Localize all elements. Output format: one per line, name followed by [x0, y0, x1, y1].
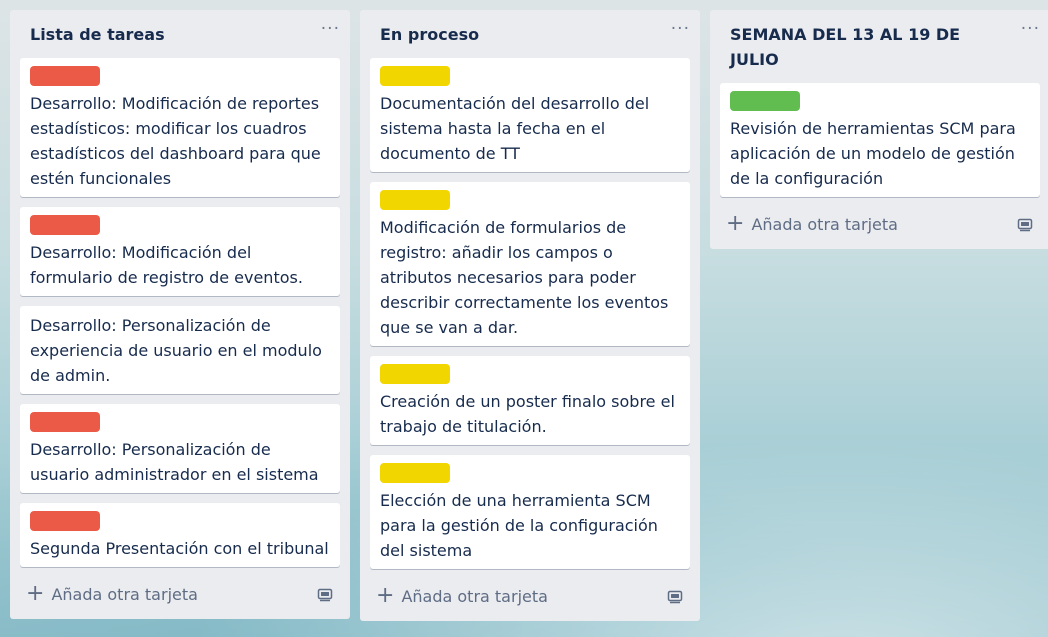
add-card-label: Añada otra tarjeta — [401, 586, 548, 606]
card-list: Desarrollo: Modificación de reportes est… — [20, 47, 340, 567]
list-lista-de-tareas: Lista de tareas ··· Desarrollo: Modifica… — [10, 10, 350, 619]
list-menu-icon[interactable]: ··· — [671, 21, 690, 38]
card[interactable]: Elección de una herramienta SCM para la … — [370, 455, 690, 569]
add-card-button[interactable]: + Añada otra tarjeta — [376, 583, 548, 608]
add-card-button[interactable]: + Añada otra tarjeta — [726, 211, 898, 236]
plus-icon: + — [376, 583, 395, 608]
card-title: Modificación de formularios de registro:… — [380, 218, 669, 337]
card[interactable]: Revisión de herramientas SCM para aplica… — [720, 83, 1040, 197]
label-red[interactable] — [30, 215, 100, 235]
label-yellow[interactable] — [380, 66, 450, 86]
list-header: En proceso ··· — [370, 10, 690, 47]
label-red[interactable] — [30, 511, 100, 531]
add-card-label: Añada otra tarjeta — [751, 214, 898, 234]
list-menu-icon[interactable]: ··· — [1021, 21, 1040, 38]
list-title[interactable]: Lista de tareas — [30, 22, 300, 47]
plus-icon: + — [726, 211, 745, 236]
list-header: Lista de tareas ··· — [20, 10, 340, 47]
list-title[interactable]: En proceso — [380, 22, 650, 47]
card-title: Desarrollo: Modificación de reportes est… — [30, 94, 321, 188]
card-template-icon[interactable] — [666, 588, 684, 604]
card-template-icon[interactable] — [316, 586, 334, 602]
card[interactable]: Documentación del desarrollo del sistema… — [370, 58, 690, 172]
card[interactable]: Segunda Presentación con el tribunal — [20, 503, 340, 567]
card[interactable]: Desarrollo: Personalización de experienc… — [20, 306, 340, 394]
label-red[interactable] — [30, 412, 100, 432]
card[interactable]: Desarrollo: Modificación de reportes est… — [20, 58, 340, 197]
card-list: Revisión de herramientas SCM para aplica… — [720, 72, 1040, 197]
label-yellow[interactable] — [380, 190, 450, 210]
card-title: Desarrollo: Personalización de usuario a… — [30, 440, 319, 484]
list-footer: + Añada otra tarjeta — [20, 577, 340, 619]
list-semana-del-13-al-19-de-julio: SEMANA DEL 13 AL 19 DE JULIO ··· Revisió… — [710, 10, 1048, 249]
list-menu-icon[interactable]: ··· — [321, 21, 340, 38]
card-template-icon[interactable] — [1016, 216, 1034, 232]
plus-icon: + — [26, 581, 45, 606]
card-title: Documentación del desarrollo del sistema… — [380, 94, 650, 163]
add-card-button[interactable]: + Añada otra tarjeta — [26, 581, 198, 606]
list-footer: + Añada otra tarjeta — [370, 579, 690, 621]
card-title: Elección de una herramienta SCM para la … — [380, 491, 658, 560]
list-en-proceso: En proceso ··· Documentación del desarro… — [360, 10, 700, 621]
list-header: SEMANA DEL 13 AL 19 DE JULIO ··· — [720, 10, 1040, 72]
label-yellow[interactable] — [380, 364, 450, 384]
label-green[interactable] — [730, 91, 800, 111]
label-red[interactable] — [30, 66, 100, 86]
card[interactable]: Creación de un poster finalo sobre el tr… — [370, 356, 690, 445]
card-title: Creación de un poster finalo sobre el tr… — [380, 392, 675, 436]
list-footer: + Añada otra tarjeta — [720, 207, 1040, 249]
label-yellow[interactable] — [380, 463, 450, 483]
card-list: Documentación del desarrollo del sistema… — [370, 47, 690, 569]
card-title: Desarrollo: Modificación del formulario … — [30, 243, 303, 287]
card-title: Desarrollo: Personalización de experienc… — [30, 316, 322, 385]
board: Lista de tareas ··· Desarrollo: Modifica… — [10, 10, 1048, 621]
add-card-label: Añada otra tarjeta — [51, 584, 198, 604]
card[interactable]: Modificación de formularios de registro:… — [370, 182, 690, 346]
list-title[interactable]: SEMANA DEL 13 AL 19 DE JULIO — [730, 22, 1000, 72]
card-title: Segunda Presentación con el tribunal — [30, 539, 329, 558]
card[interactable]: Desarrollo: Personalización de usuario a… — [20, 404, 340, 493]
card[interactable]: Desarrollo: Modificación del formulario … — [20, 207, 340, 296]
card-title: Revisión de herramientas SCM para aplica… — [730, 119, 1016, 188]
